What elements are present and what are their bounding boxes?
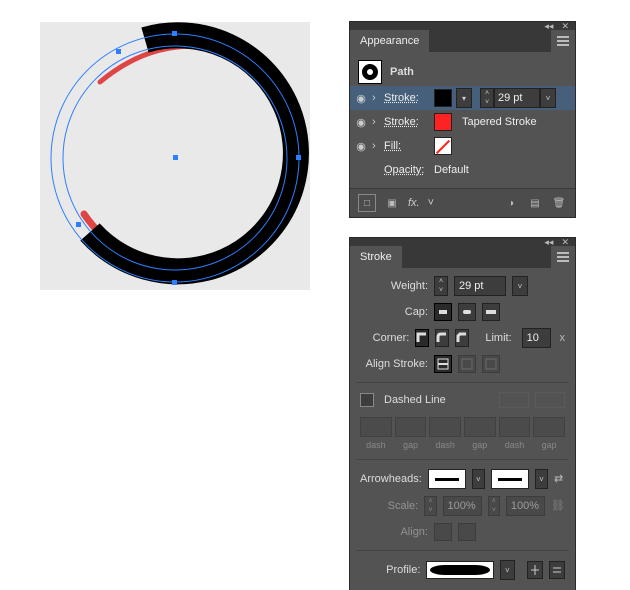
dashed-checkbox[interactable] [360,393,374,407]
clear-icon[interactable]: ▣ [384,195,400,211]
appearance-row-stroke-1[interactable]: ◉ › Stroke: ▾ ˄˅ 29 pt ˅ [350,86,575,110]
swatch-dropdown[interactable]: ▾ [456,88,472,108]
arrow-align-tip-icon [458,523,476,541]
opacity-label[interactable]: Opacity: [384,164,430,176]
align-inside-icon [458,355,476,373]
attr-label[interactable]: Stroke: [384,116,430,128]
object-type: Path [390,66,414,78]
swatch-black[interactable] [434,89,452,107]
trash-icon[interactable]: 🗑 [551,195,567,211]
swap-arrows-icon[interactable]: ⇄ [554,472,565,486]
dash-gap-fields: dash gap dash gap dash gap [360,417,565,450]
dash-preserve-icon [499,392,529,408]
visibility-icon[interactable]: ◉ [354,115,368,129]
cap-square-icon[interactable] [482,303,500,321]
scale-end-stepper: ˄˅ [488,496,500,516]
scale-label: Scale: [360,500,418,512]
attr-label[interactable]: Fill: [384,140,430,152]
align-outside-icon [482,355,500,373]
stepper[interactable]: ˄˅ [480,88,494,108]
cap-round-icon[interactable] [458,303,476,321]
visibility-icon[interactable]: ◉ [354,139,368,153]
panel-menu-icon[interactable] [551,30,575,52]
duplicate-icon[interactable]: ◑ [503,195,519,211]
appearance-footer: □ ▣ fx. ˅ ◑ ▤ 🗑 [350,188,575,217]
swatch-red[interactable] [434,113,452,131]
expand-icon[interactable]: › [372,116,380,128]
object-thumb [358,60,382,84]
attr-label[interactable]: Stroke: [384,92,430,104]
fx-button[interactable]: fx. [408,197,420,209]
visibility-icon[interactable]: ◉ [354,91,368,105]
fx-dropdown-icon[interactable]: ˅ [428,197,434,209]
no-selection-icon[interactable]: □ [358,194,376,212]
flip-across-icon[interactable] [549,561,565,579]
profile-swatch[interactable] [426,561,494,579]
limit-field[interactable]: 10 [522,328,551,348]
align-arrow-label: Align: [360,526,428,538]
scale-start-stepper: ˄˅ [424,496,436,516]
tab-appearance[interactable]: Appearance [350,30,429,52]
corner-round-icon[interactable] [435,329,449,347]
arrow-align-extend-icon [434,523,452,541]
x-symbol: x [560,332,566,344]
panel-header: ◂◂ ✕ [350,22,575,30]
new-icon[interactable]: ▤ [527,195,543,211]
scale-start-field: 100% [443,496,482,516]
link-scale-icon: ⛓ [551,499,565,513]
arrowheads-label: Arrowheads: [360,473,422,485]
profile-label: Profile: [360,564,420,576]
panel-header: ◂◂ ✕ [350,238,575,246]
scale-end-field: 100% [506,496,545,516]
corner-miter-icon[interactable] [415,329,429,347]
weight-stepper[interactable]: ˄˅ [434,276,448,296]
tab-stroke[interactable]: Stroke [350,246,402,268]
stroke-style: Tapered Stroke [462,116,537,128]
profile-dropdown[interactable]: ˅ [500,560,514,580]
align-stroke-label: Align Stroke: [360,358,428,370]
appearance-row-opacity[interactable]: ◉ › Opacity: Default [350,158,575,182]
swatch-none[interactable] [434,137,452,155]
artboard[interactable] [40,22,310,290]
expand-icon[interactable]: › [372,140,380,152]
dashed-label[interactable]: Dashed Line [384,394,446,406]
align-center-icon[interactable] [434,355,452,373]
flip-along-icon[interactable] [527,561,543,579]
panel-menu-icon[interactable] [551,246,575,268]
cap-label: Cap: [360,306,428,318]
dash-align-icon [535,392,565,408]
arrow-end-swatch[interactable] [491,469,529,489]
expand-icon[interactable]: › [372,92,380,104]
arrow-start-swatch[interactable] [428,469,466,489]
stroke-panel: ◂◂ ✕ Stroke Weight: ˄˅ 29 pt ˅ Cap: [350,238,575,590]
opacity-value[interactable]: Default [434,164,469,176]
corner-bevel-icon[interactable] [455,329,469,347]
cap-butt-icon[interactable] [434,303,452,321]
arrow-end-dropdown[interactable]: ˅ [535,469,548,489]
appearance-row-fill[interactable]: ◉ › Fill: [350,134,575,158]
dropdown-icon[interactable]: ˅ [540,88,556,108]
path-circle[interactable] [40,22,310,290]
weight-dropdown[interactable]: ˅ [512,276,528,296]
weight-label: Weight: [360,280,428,292]
appearance-panel: ◂◂ ✕ Appearance Path ◉ › Stroke: ▾ ˄˅ 29… [350,22,575,217]
weight-field[interactable]: 29 pt [454,276,506,296]
arrow-start-dropdown[interactable]: ˅ [472,469,485,489]
limit-label: Limit: [485,332,511,344]
appearance-row-stroke-2[interactable]: ◉ › Stroke: Tapered Stroke [350,110,575,134]
stroke-weight-value[interactable]: 29 pt [494,88,540,108]
corner-label: Corner: [360,332,409,344]
